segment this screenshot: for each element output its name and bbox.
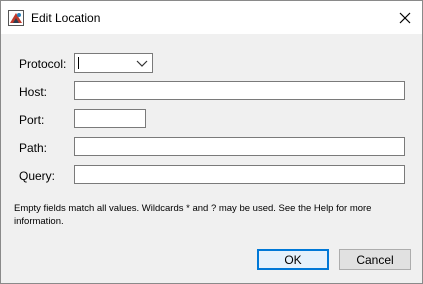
text-caret	[78, 57, 79, 69]
query-field[interactable]	[74, 165, 405, 184]
edit-location-dialog: Edit Location Protocol: Host: Port: Path…	[0, 0, 423, 284]
help-note: Empty fields match all values. Wildcards…	[14, 203, 372, 227]
ok-button[interactable]: OK	[257, 249, 329, 270]
protocol-select[interactable]	[74, 53, 153, 73]
close-icon[interactable]	[391, 6, 419, 30]
chevron-down-icon	[135, 57, 149, 69]
port-field[interactable]	[74, 109, 146, 128]
path-field[interactable]	[74, 137, 405, 156]
path-label: Path:	[19, 141, 48, 155]
host-field[interactable]	[74, 81, 405, 100]
host-label: Host:	[19, 85, 48, 99]
port-label: Port:	[19, 113, 45, 127]
cancel-button[interactable]: Cancel	[339, 249, 411, 270]
window-title: Edit Location	[31, 11, 101, 25]
query-label: Query:	[19, 169, 56, 183]
app-icon	[8, 10, 24, 26]
protocol-label: Protocol:	[19, 57, 67, 71]
title-bar: Edit Location	[1, 1, 422, 34]
